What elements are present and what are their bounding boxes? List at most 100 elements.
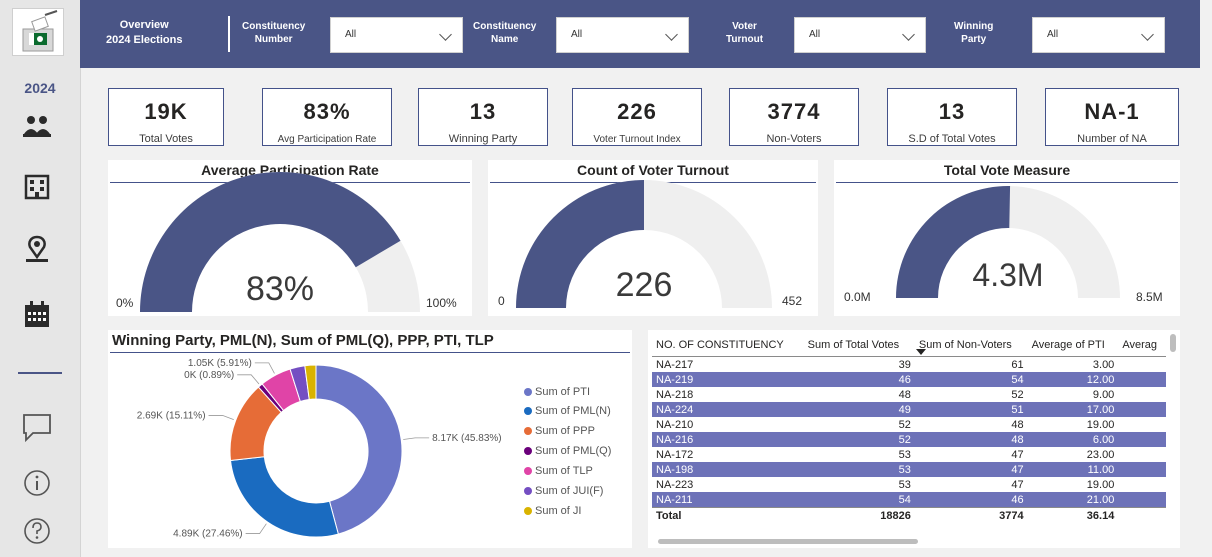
table-row[interactable]: NA-219 46 54 12.00 (652, 372, 1166, 387)
value-cell (1118, 432, 1166, 447)
column-header[interactable]: Averag (1118, 334, 1166, 357)
value-cell: 52 (1011, 388, 1024, 401)
voter-turnout-dropdown[interactable]: All (794, 17, 926, 53)
value-cell: 48 (914, 432, 1028, 447)
column-header[interactable]: Sum of Total Votes (803, 334, 915, 357)
slice-data-label: 1.05K (5.91%) (188, 358, 252, 369)
gauge-chart-voter-turnout[interactable]: 226 (488, 160, 818, 316)
column-header[interactable]: Sum of Non-Voters (914, 334, 1028, 357)
kpi-label: Non-Voters (766, 133, 822, 145)
constituency-cell: NA-210 (656, 418, 694, 431)
building-icon[interactable] (20, 170, 54, 204)
kpi-label: Number of NA (1077, 133, 1147, 145)
gauge-max-label: 8.5M (1136, 290, 1163, 304)
table-row[interactable]: NA-223 53 47 19.00 (652, 477, 1166, 492)
table-header-row: NO. OF CONSTITUENCY Sum of Total Votes S… (652, 334, 1166, 357)
legend-item[interactable]: Sum of PTI (524, 386, 590, 398)
value-cell: 17.00 (1027, 402, 1119, 417)
winning-party-dropdown[interactable]: All (1032, 17, 1165, 53)
table-row[interactable]: NA-216 52 48 6.00 (652, 432, 1166, 447)
value-cell (1118, 402, 1166, 417)
constituency-cell: NA-217 (656, 358, 694, 371)
constituency-name-dropdown[interactable]: All (556, 17, 689, 53)
kpi-voter-turnout-index: 226 Voter Turnout Index (572, 88, 702, 146)
info-icon[interactable] (20, 466, 54, 500)
constituency-cell: NA-216 (652, 432, 804, 447)
legend-item[interactable]: Sum of PPP (524, 425, 595, 437)
gauge-panel-participation: Average Participation Rate 83% 0% 100% (108, 160, 472, 316)
legend-item[interactable]: Sum of JUI(F) (524, 485, 603, 497)
value-cell (1118, 417, 1166, 432)
column-header[interactable]: NO. OF CONSTITUENCY (652, 334, 804, 357)
gauge-panel-voter-turnout: Count of Voter Turnout 226 0 452 (488, 160, 818, 316)
kpi-label: Winning Party (448, 133, 518, 145)
header-bar: Overview 2024 Elections Constituency Numb… (80, 0, 1200, 68)
kpi-value: 83% (303, 99, 351, 124)
value-cell (1118, 462, 1166, 477)
value-cell: 46 (914, 492, 1028, 508)
total-cell: 18826 (803, 507, 915, 523)
slice-data-label: 4.89K (27.46%) (173, 529, 243, 540)
kpi-value: 13 (938, 99, 966, 124)
constituency-cell: NA-198 (652, 462, 804, 477)
legend-swatch (524, 467, 532, 476)
constituency-cell: NA-219 (652, 372, 804, 387)
kpi-non-voters: 3774 Non-Voters (729, 88, 859, 146)
value-cell: 51 (914, 402, 1028, 417)
slice-leader-line (237, 374, 260, 385)
kpi-number-of-na: NA-1 Number of NA (1045, 88, 1179, 146)
constituency-number-dropdown[interactable]: All (330, 17, 463, 53)
gauge-chart-participation[interactable]: 83% (108, 160, 472, 316)
chat-icon[interactable] (20, 410, 54, 444)
kpi-value: 13 (469, 99, 497, 124)
value-cell (1118, 357, 1166, 373)
value-cell (1118, 492, 1166, 508)
table-row[interactable]: NA-211 54 46 21.00 (652, 492, 1166, 508)
table-row[interactable]: NA-224 49 51 17.00 (652, 402, 1166, 417)
page-title: Overview 2024 Elections (106, 19, 183, 46)
slice-data-label: 0K (0.89%) (184, 370, 234, 381)
table-row[interactable]: NA-210 52 48 19.00 (652, 417, 1166, 432)
constituency-cell: NA-224 (652, 402, 804, 417)
value-cell: 47 (1011, 448, 1024, 461)
value-cell: 9.00 (1092, 388, 1115, 401)
total-cell: Total (652, 507, 804, 523)
slice-leader-line (403, 437, 430, 440)
value-cell: 6.00 (1027, 432, 1119, 447)
kpi-winning-party: 13 Winning Party (418, 88, 548, 146)
legend-item[interactable]: Sum of PML(Q) (524, 445, 611, 457)
table-row[interactable]: NA-217 39 61 3.00 (652, 357, 1166, 373)
table-row[interactable]: NA-218 48 52 9.00 (652, 387, 1166, 402)
value-cell: 11.00 (1027, 462, 1119, 477)
constituency-table[interactable]: NO. OF CONSTITUENCY Sum of Total Votes S… (652, 334, 1166, 523)
table-row[interactable]: NA-172 53 47 23.00 (652, 447, 1166, 462)
gauge-value-label: 83% (246, 270, 314, 308)
kpi-sd-total-votes: 13 S.D of Total Votes (887, 88, 1017, 146)
chevron-down-icon (439, 28, 452, 41)
legend-item[interactable]: Sum of JI (524, 505, 581, 517)
legend-item[interactable]: Sum of PML(N) (524, 405, 611, 417)
legend-item[interactable]: Sum of TLP (524, 465, 593, 477)
column-header[interactable]: Average of PTI (1027, 334, 1119, 357)
table-row[interactable]: NA-198 53 47 11.00 (652, 462, 1166, 477)
voters-icon[interactable] (20, 108, 54, 142)
location-pin-icon[interactable] (20, 233, 54, 267)
value-cell: 21.00 (1027, 492, 1119, 508)
calendar-icon[interactable] (20, 298, 54, 332)
value-cell: 46 (803, 372, 915, 387)
value-cell: 54 (914, 372, 1028, 387)
value-cell (1118, 387, 1166, 402)
gauge-value-label: 226 (616, 266, 673, 304)
sort-desc-icon[interactable] (916, 349, 926, 355)
help-icon[interactable] (20, 514, 54, 548)
filter-label-constituency-name: Constituency Name (473, 21, 537, 45)
donut-slice[interactable] (229, 456, 339, 538)
vertical-scrollbar[interactable] (1170, 334, 1176, 352)
horizontal-scrollbar[interactable] (658, 539, 918, 544)
ballot-box-logo-icon (12, 8, 64, 56)
value-cell: 23.00 (1086, 448, 1115, 461)
value-cell: 52 (898, 418, 911, 431)
slice-data-label: 8.17K (45.83%) (432, 433, 502, 444)
gauge-chart-total-vote-measure[interactable]: 4.3M (834, 160, 1180, 316)
value-cell: 52 (803, 432, 915, 447)
